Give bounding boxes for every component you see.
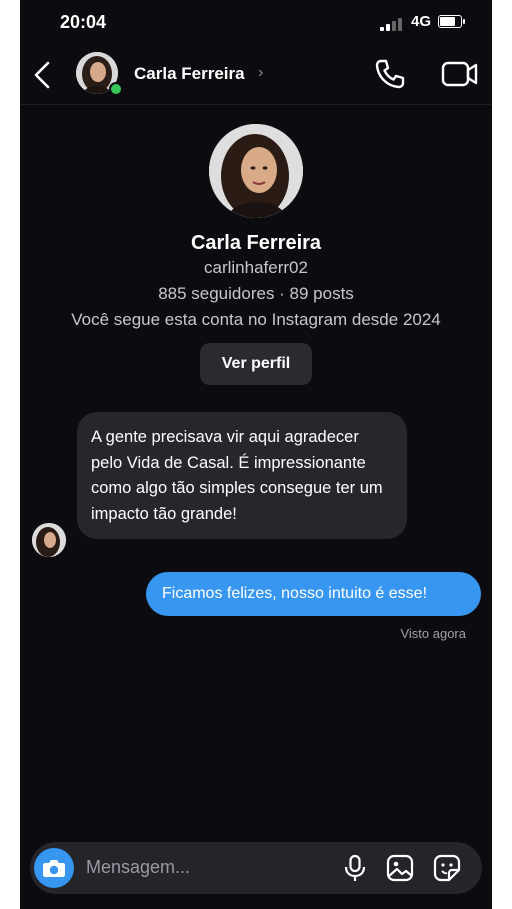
sender-avatar[interactable] (32, 523, 66, 557)
profile-avatar[interactable] (209, 124, 303, 218)
microphone-icon[interactable] (342, 854, 368, 882)
outgoing-message-bubble[interactable]: Ficamos felizes, nosso intuito é esse! (146, 572, 481, 616)
chat-screen: 20:04 4G Carla Ferreira › Carla Ferreira… (20, 0, 492, 909)
battery-icon (438, 15, 465, 28)
signal-icon (380, 17, 402, 31)
network-type: 4G (411, 13, 432, 30)
profile-stats: 885 seguidores · 89 posts (158, 284, 354, 303)
incoming-message-bubble[interactable]: A gente precisava vir aqui agradecer pel… (77, 412, 407, 539)
profile-name: Carla Ferreira (190, 232, 322, 254)
profile-username: carlinhaferr02 (204, 258, 308, 277)
back-arrow-icon[interactable] (30, 55, 56, 95)
contact-name[interactable]: Carla Ferreira (134, 64, 245, 84)
chat-header: Carla Ferreira › (20, 46, 492, 105)
message-composer: Mensagem... (30, 842, 482, 894)
chevron-right-icon[interactable]: › (258, 64, 263, 82)
profile-follow-since: Você segue esta conta no Instagram desde… (71, 310, 441, 329)
phone-call-icon[interactable] (372, 56, 408, 92)
seen-status: Visto agora (400, 626, 466, 641)
video-call-icon[interactable] (440, 56, 480, 92)
camera-icon[interactable] (34, 848, 74, 888)
view-profile-button[interactable]: Ver perfil (200, 343, 312, 385)
status-bar: 20:04 4G (20, 0, 492, 46)
message-input[interactable]: Mensagem... (86, 857, 190, 878)
sticker-icon[interactable] (433, 854, 461, 882)
online-indicator (109, 82, 123, 96)
gallery-icon[interactable] (386, 854, 414, 882)
status-time: 20:04 (60, 12, 107, 32)
